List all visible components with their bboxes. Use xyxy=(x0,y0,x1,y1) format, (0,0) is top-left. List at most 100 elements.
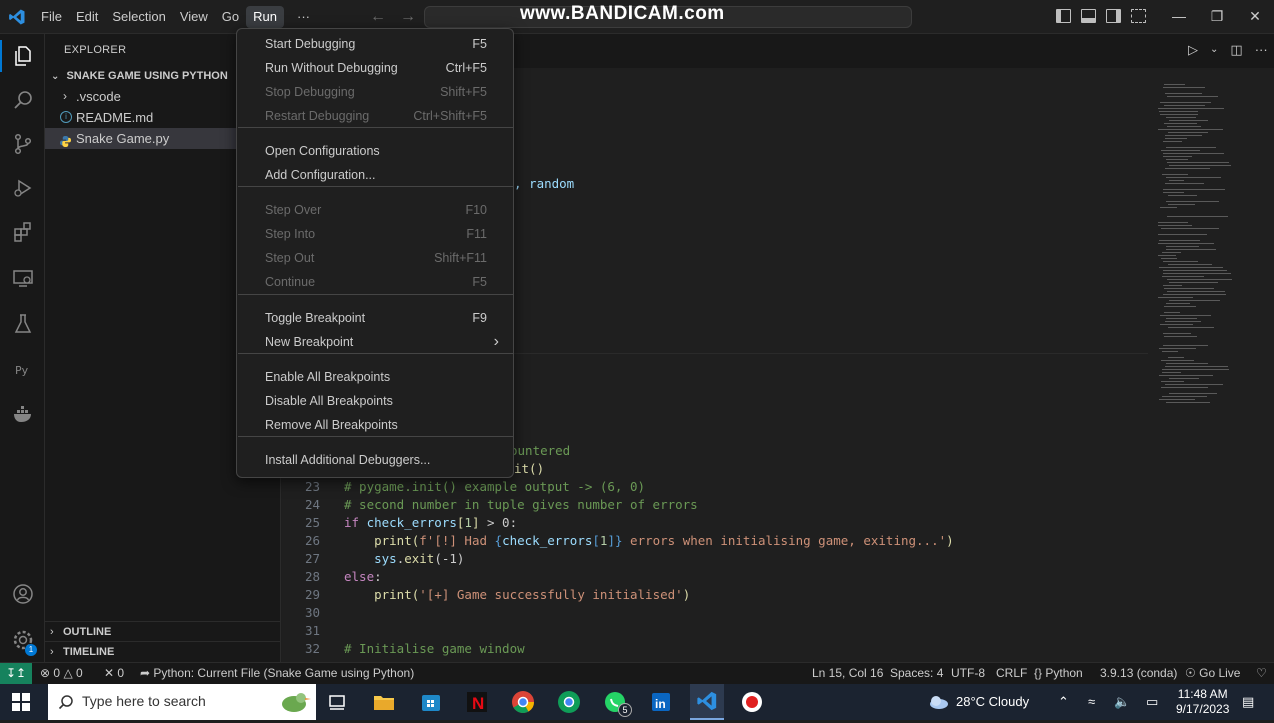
menu-separator xyxy=(238,353,514,354)
minimap-line xyxy=(1164,105,1205,106)
menu-run[interactable]: Run xyxy=(246,6,284,28)
task-view-icon[interactable] xyxy=(324,689,350,715)
menu-item-open-configurations[interactable]: Open Configurations xyxy=(237,139,513,163)
remote-indicator-icon[interactable]: ↧↥ xyxy=(0,663,32,685)
debug-config-indicator[interactable]: ➦ Python: Current File (Snake Game using… xyxy=(140,663,414,685)
taskbar-search[interactable]: Type here to search xyxy=(48,684,316,720)
python-interpreter[interactable]: 3.9.13 (conda) xyxy=(1100,663,1177,685)
run-menu-dropdown: Start Debugging F5 Run Without Debugging Ct… xyxy=(236,28,514,478)
problems-indicator[interactable]: ⊗ 0 △ 0 xyxy=(40,663,83,685)
weather-cloud-icon[interactable] xyxy=(925,689,951,715)
code-line[interactable]: print(f'[!] Had {check_errors[1]} errors… xyxy=(344,533,954,548)
forward-arrow-icon[interactable]: → xyxy=(400,8,416,26)
more-actions-icon[interactable]: ··· xyxy=(1255,42,1268,58)
menu-item-restart-debugging: Restart Debugging Ctrl+Shift+F5 xyxy=(237,104,513,128)
bandicam-icon[interactable] xyxy=(739,689,765,715)
menu-item-toggle-breakpoint[interactable]: Toggle Breakpoint F9 xyxy=(237,306,513,330)
close-icon[interactable]: ✕ xyxy=(1236,0,1274,34)
testing-icon[interactable] xyxy=(0,302,45,346)
code-line[interactable]: sys.exit(-1) xyxy=(344,551,464,566)
settings-gear-icon[interactable]: 1 xyxy=(0,618,45,662)
customize-layout-icon[interactable] xyxy=(1131,9,1146,23)
run-debug-icon[interactable] xyxy=(0,166,45,210)
netflix-icon[interactable]: N xyxy=(464,689,490,715)
timeline-section[interactable]: › TIMELINE xyxy=(45,641,281,661)
notification-center-icon[interactable]: ▤ xyxy=(1242,684,1254,720)
minimap-line xyxy=(1163,261,1198,262)
split-editor-icon[interactable]: ◫ xyxy=(1230,42,1242,58)
toggle-secondary-sidebar-icon[interactable] xyxy=(1106,9,1121,23)
ports-indicator[interactable]: ✕ 0 xyxy=(104,663,124,685)
run-dropdown-icon[interactable]: ⌄ xyxy=(1210,42,1218,58)
menu-item-step-over: Step Over F10 xyxy=(237,198,513,222)
svg-text:in: in xyxy=(655,697,666,711)
code-line[interactable]: else: xyxy=(344,569,382,584)
back-arrow-icon[interactable]: ← xyxy=(370,8,386,26)
python-env-icon[interactable]: Py xyxy=(0,348,45,392)
cursor-position[interactable]: Ln 15, Col 16 xyxy=(812,663,883,685)
menu-item-add-configuration[interactable]: Add Configuration... xyxy=(237,163,513,187)
linkedin-icon[interactable]: in xyxy=(648,689,674,715)
store-icon[interactable] xyxy=(418,689,444,715)
search-placeholder: Type here to search xyxy=(82,693,206,709)
whatsapp-icon[interactable]: 5 xyxy=(602,689,632,717)
code-line[interactable]: if check_errors[1] > 0: xyxy=(344,515,517,530)
line-number: 27 xyxy=(304,551,320,566)
source-control-icon[interactable] xyxy=(0,122,45,166)
menu-item-run-without-debugging[interactable]: Run Without Debugging Ctrl+F5 xyxy=(237,56,513,80)
vscode-taskbar-icon[interactable] xyxy=(690,684,724,720)
menu-view[interactable]: View xyxy=(173,6,215,28)
volume-icon[interactable]: 🔈 xyxy=(1114,684,1130,720)
language-mode[interactable]: {} Python xyxy=(1034,663,1083,685)
go-live-button[interactable]: ☉ Go Live xyxy=(1185,663,1240,685)
tray-chevron-icon[interactable]: ⌃ xyxy=(1058,684,1069,720)
minimize-icon[interactable]: — xyxy=(1160,0,1198,34)
wifi-icon[interactable]: ≈ xyxy=(1088,684,1095,720)
menu-item-shortcut: F5 xyxy=(472,37,487,51)
restore-icon[interactable]: ❐ xyxy=(1198,0,1236,34)
chrome-profile-icon[interactable] xyxy=(556,689,582,715)
outline-section[interactable]: › OUTLINE xyxy=(45,621,281,641)
run-python-file-icon[interactable]: ▷ xyxy=(1188,42,1198,58)
menu-item-enable-all-breakpoints[interactable]: Enable All Breakpoints xyxy=(237,365,513,389)
menu-more[interactable]: ··· xyxy=(290,6,317,28)
weather-text[interactable]: 28°C Cloudy xyxy=(956,684,1029,720)
notifications-bell-icon[interactable]: ♡ xyxy=(1256,663,1267,685)
minimap-line xyxy=(1163,333,1191,334)
indentation[interactable]: Spaces: 4 xyxy=(890,663,943,685)
toggle-panel-icon[interactable] xyxy=(1081,9,1096,23)
menu-edit[interactable]: Edit xyxy=(69,6,105,28)
menu-item-disable-all-breakpoints[interactable]: Disable All Breakpoints xyxy=(237,389,513,413)
battery-icon[interactable]: ▭ xyxy=(1146,684,1158,720)
docker-icon[interactable] xyxy=(0,392,45,436)
explorer-icon[interactable] xyxy=(0,34,45,78)
chrome-icon[interactable] xyxy=(510,689,536,715)
minimap[interactable] xyxy=(1158,84,1268,414)
accounts-icon[interactable] xyxy=(0,572,45,616)
code-line[interactable]: print('[+] Game successfully initialised… xyxy=(344,587,690,602)
menu-go[interactable]: Go xyxy=(215,6,246,28)
menu-selection[interactable]: Selection xyxy=(105,6,172,28)
encoding[interactable]: UTF-8 xyxy=(951,663,985,685)
code-line[interactable]: # pygame.init() example output -> (6, 0) xyxy=(344,479,645,494)
menu-item-start-debugging[interactable]: Start Debugging F5 xyxy=(237,32,513,56)
extensions-icon[interactable] xyxy=(0,210,45,254)
menu-item-install-additional-debuggers[interactable]: Install Additional Debuggers... xyxy=(237,448,513,472)
toggle-sidebar-icon[interactable] xyxy=(1056,9,1071,23)
search-icon[interactable] xyxy=(0,78,45,122)
menu-file[interactable]: File xyxy=(34,6,69,28)
windows-start-icon[interactable] xyxy=(12,693,30,711)
minimap-line xyxy=(1163,285,1182,286)
menu-item-remove-all-breakpoints[interactable]: Remove All Breakpoints xyxy=(237,413,513,437)
menu-item-label: Toggle Breakpoint xyxy=(265,311,366,325)
menu-item-label: New Breakpoint xyxy=(265,335,354,349)
minimap-line xyxy=(1166,159,1188,160)
code-line[interactable]: # Initialise game window xyxy=(344,641,525,656)
menu-item-label: Step Out xyxy=(265,251,315,265)
file-explorer-icon[interactable] xyxy=(371,689,397,715)
code-line[interactable]: # second number in tuple gives number of… xyxy=(344,497,698,512)
line-endings[interactable]: CRLF xyxy=(996,663,1027,685)
clock[interactable]: 11:48 AM 9/17/2023 xyxy=(1176,687,1229,723)
remote-explorer-icon[interactable] xyxy=(0,256,45,300)
menu-item-new-breakpoint[interactable]: New Breakpoint › xyxy=(237,330,513,354)
